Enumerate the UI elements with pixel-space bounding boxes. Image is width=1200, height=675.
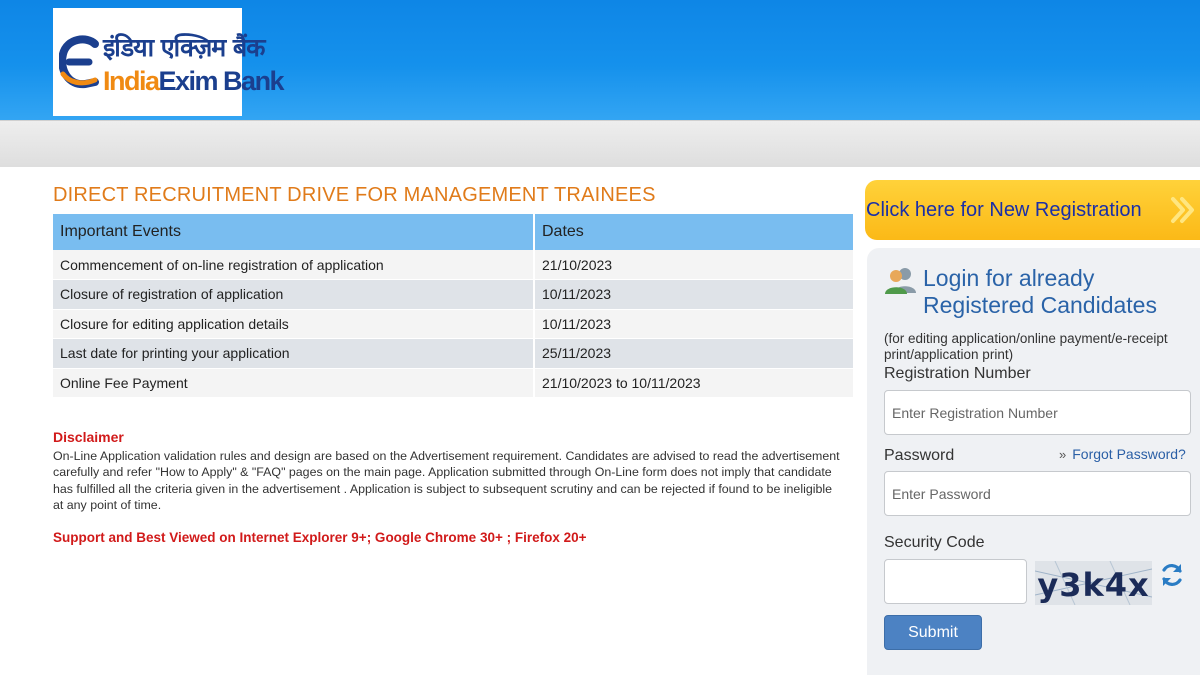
registration-number-input[interactable] (884, 390, 1191, 435)
event-cell: Online Fee Payment (53, 368, 535, 398)
date-cell: 10/11/2023 (534, 309, 855, 339)
date-cell: 21/10/2023 to 10/11/2023 (534, 368, 855, 398)
india-exim-bank-logo[interactable]: इंडिया एक्ज़िम बैंक IndiaExim Bank (53, 8, 285, 116)
password-label: Password (884, 447, 955, 464)
table-row: Last date for printing your application … (53, 338, 855, 369)
new-registration-label: Click here for New Registration (866, 199, 1142, 221)
disclaimer-text: On-Line Application validation rules and… (53, 449, 840, 513)
event-cell: Commencement of on-line registration of … (53, 250, 535, 280)
date-cell: 25/11/2023 (534, 338, 855, 369)
table-row: Closure for editing application details … (53, 309, 855, 339)
users-icon (885, 268, 916, 294)
table-header-row: Important Events Dates (53, 214, 855, 250)
registration-number-label: Registration Number (884, 365, 1031, 382)
logo-india-text: India (103, 66, 160, 96)
event-cell: Closure of registration of application (53, 279, 535, 310)
column-header-dates: Dates (534, 214, 855, 250)
page-title: DIRECT RECRUITMENT DRIVE FOR MANAGEMENT … (53, 184, 656, 206)
column-header-events: Important Events (53, 214, 535, 250)
table-row: Online Fee Payment 21/10/2023 to 10/11/2… (53, 368, 855, 398)
captcha-image: y3k4x (1035, 561, 1152, 605)
table-row: Closure of registration of application 1… (53, 279, 855, 310)
important-events-table: Important Events Dates Commencement of o… (53, 214, 855, 398)
event-cell: Closure for editing application details (53, 309, 535, 339)
double-chevron-icon: » (1059, 447, 1067, 462)
login-note: (for editing application/online payment/… (884, 331, 1168, 362)
forgot-password-link[interactable]: » Forgot Password? (1059, 446, 1186, 462)
forgot-password-label: Forgot Password? (1072, 446, 1186, 462)
logo-exim-bank-text: Exim Bank (158, 66, 285, 96)
disclaimer-title: Disclaimer (53, 429, 124, 445)
logo-english-text: IndiaExim Bank (103, 66, 285, 97)
login-title: Login for already Registered Candidates (923, 265, 1157, 318)
new-registration-button[interactable]: Click here for New Registration (865, 180, 1200, 240)
date-cell: 10/11/2023 (534, 279, 855, 310)
login-panel: Login for already Registered Candidates … (867, 248, 1200, 675)
date-cell: 21/10/2023 (534, 250, 855, 280)
security-code-input[interactable] (884, 559, 1027, 604)
event-cell: Last date for printing your application (53, 338, 535, 369)
submit-button[interactable]: Submit (884, 615, 982, 650)
site-header: इंडिया एक्ज़िम बैंक IndiaExim Bank (0, 0, 1200, 120)
logo-hindi-text: इंडिया एक्ज़िम बैंक (103, 33, 265, 62)
refresh-icon[interactable] (1159, 562, 1185, 588)
exim-e-logo-icon (59, 35, 99, 89)
captcha-text: y3k4x (1037, 566, 1150, 604)
security-code-label: Security Code (884, 534, 985, 551)
navigation-bar (0, 120, 1200, 167)
table-row: Commencement of on-line registration of … (53, 250, 855, 280)
double-chevron-right-icon (1171, 197, 1194, 223)
browser-support-note: Support and Best Viewed on Internet Expl… (53, 530, 587, 545)
password-input[interactable] (884, 471, 1191, 516)
